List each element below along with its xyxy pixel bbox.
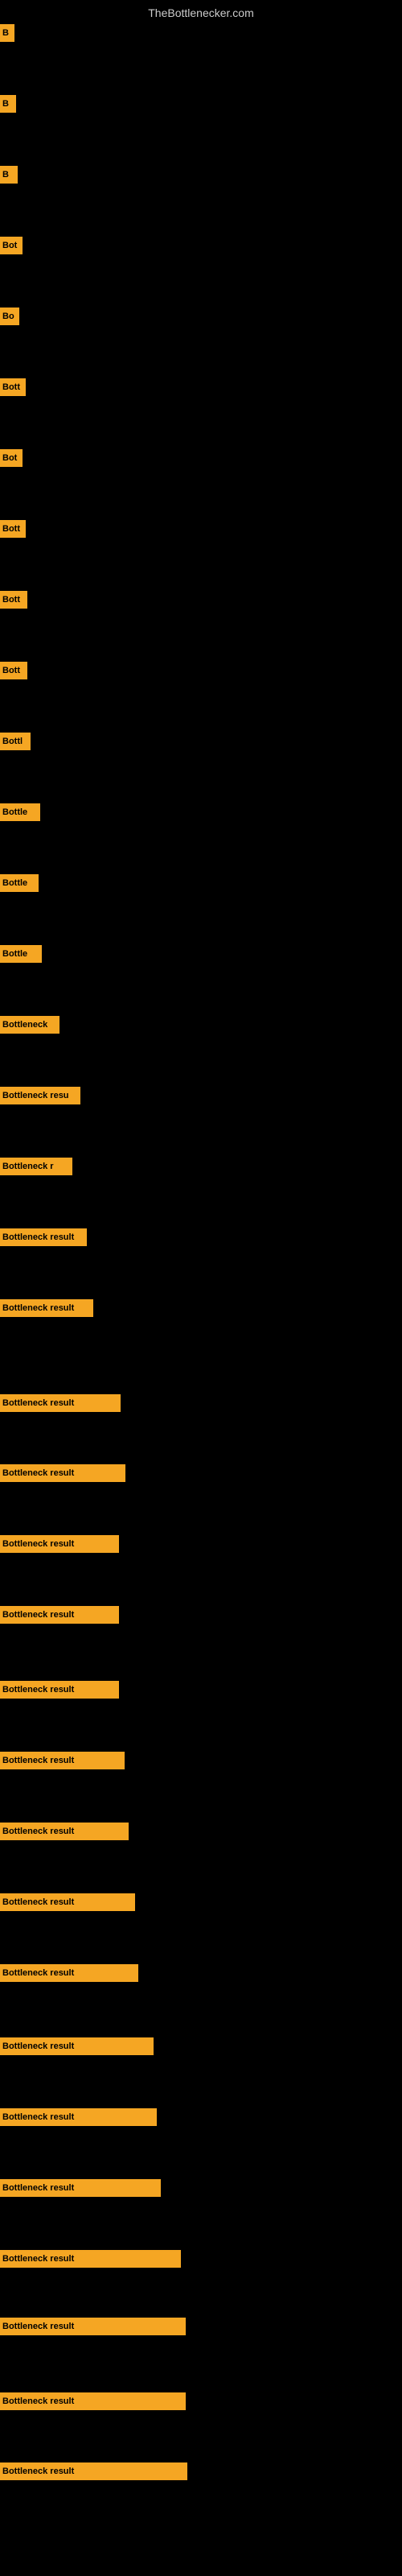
bar-item: Bot bbox=[0, 449, 23, 467]
bar-label: Bottleneck result bbox=[0, 1299, 93, 1317]
bar-item: Bottleneck bbox=[0, 1016, 59, 1034]
bar-item: Bottle bbox=[0, 945, 42, 963]
bar-label: Bottleneck result bbox=[0, 1606, 119, 1624]
bar-label: Bottl bbox=[0, 733, 31, 750]
bar-label: Bot bbox=[0, 237, 23, 254]
bar-item: Bottleneck result bbox=[0, 2318, 186, 2335]
bar-label: Bott bbox=[0, 378, 26, 396]
bar-label: Bottleneck bbox=[0, 1016, 59, 1034]
bar-item: Bott bbox=[0, 662, 27, 679]
bar-label: B bbox=[0, 166, 18, 184]
bar-label: Bottleneck result bbox=[0, 1464, 125, 1482]
bar-label: Bottleneck result bbox=[0, 1228, 87, 1246]
bar-label: Bottle bbox=[0, 803, 40, 821]
bar-item: Bottleneck result bbox=[0, 1299, 93, 1317]
bar-label: Bottleneck result bbox=[0, 1681, 119, 1699]
bar-item: Bottleneck result bbox=[0, 1681, 119, 1699]
bar-item: Bot bbox=[0, 237, 23, 254]
bar-item: Bo bbox=[0, 308, 19, 325]
bar-item: Bottleneck result bbox=[0, 2462, 187, 2480]
bar-item: Bottleneck result bbox=[0, 1823, 129, 1840]
bar-label: Bott bbox=[0, 662, 27, 679]
bar-label: Bott bbox=[0, 591, 27, 609]
bar-label: Bottleneck result bbox=[0, 2392, 186, 2410]
bar-label: Bottleneck result bbox=[0, 2318, 186, 2335]
bar-item: Bottleneck result bbox=[0, 1228, 87, 1246]
bar-label: Bottleneck result bbox=[0, 1823, 129, 1840]
bar-label: Bottleneck result bbox=[0, 2462, 187, 2480]
bar-label: Bottleneck r bbox=[0, 1158, 72, 1175]
bar-label: Bot bbox=[0, 449, 23, 467]
bar-item: Bottleneck result bbox=[0, 1893, 135, 1911]
bar-item: Bott bbox=[0, 378, 26, 396]
bar-item: Bottleneck result bbox=[0, 1394, 121, 1412]
bar-label: Bottleneck result bbox=[0, 2037, 154, 2055]
bar-label: Bottle bbox=[0, 945, 42, 963]
bar-label: B bbox=[0, 95, 16, 113]
bar-item: Bottl bbox=[0, 733, 31, 750]
bar-item: Bottleneck result bbox=[0, 2179, 161, 2197]
bar-item: Bottleneck result bbox=[0, 1964, 138, 1982]
bar-item: B bbox=[0, 24, 14, 42]
bar-item: Bottleneck r bbox=[0, 1158, 72, 1175]
bar-label: Bottle bbox=[0, 874, 39, 892]
bar-label: Bottleneck result bbox=[0, 1893, 135, 1911]
bar-label: B bbox=[0, 24, 14, 42]
bar-label: Bottleneck result bbox=[0, 1535, 119, 1553]
bar-item: Bottleneck result bbox=[0, 1464, 125, 1482]
bar-label: Bottleneck result bbox=[0, 2250, 181, 2268]
bar-item: Bottle bbox=[0, 874, 39, 892]
bar-item: Bott bbox=[0, 591, 27, 609]
bar-item: Bottleneck result bbox=[0, 1606, 119, 1624]
bar-item: Bottleneck result bbox=[0, 1752, 125, 1769]
site-title: TheBottlenecker.com bbox=[0, 0, 402, 23]
bar-item: Bottleneck result bbox=[0, 2392, 186, 2410]
bar-label: Bottleneck resu bbox=[0, 1087, 80, 1104]
bar-item: B bbox=[0, 166, 18, 184]
bar-item: Bottleneck result bbox=[0, 1535, 119, 1553]
bar-label: Bottleneck result bbox=[0, 1394, 121, 1412]
bar-item: Bottle bbox=[0, 803, 40, 821]
bar-label: Bottleneck result bbox=[0, 1752, 125, 1769]
bar-item: B bbox=[0, 95, 16, 113]
bar-item: Bottleneck result bbox=[0, 2108, 157, 2126]
bar-label: Bottleneck result bbox=[0, 1964, 138, 1982]
bar-item: Bottleneck resu bbox=[0, 1087, 80, 1104]
bar-item: Bottleneck result bbox=[0, 2250, 181, 2268]
bar-label: Bottleneck result bbox=[0, 2179, 161, 2197]
bar-label: Bottleneck result bbox=[0, 2108, 157, 2126]
bar-label: Bo bbox=[0, 308, 19, 325]
bar-label: Bott bbox=[0, 520, 26, 538]
bar-item: Bottleneck result bbox=[0, 2037, 154, 2055]
bar-item: Bott bbox=[0, 520, 26, 538]
